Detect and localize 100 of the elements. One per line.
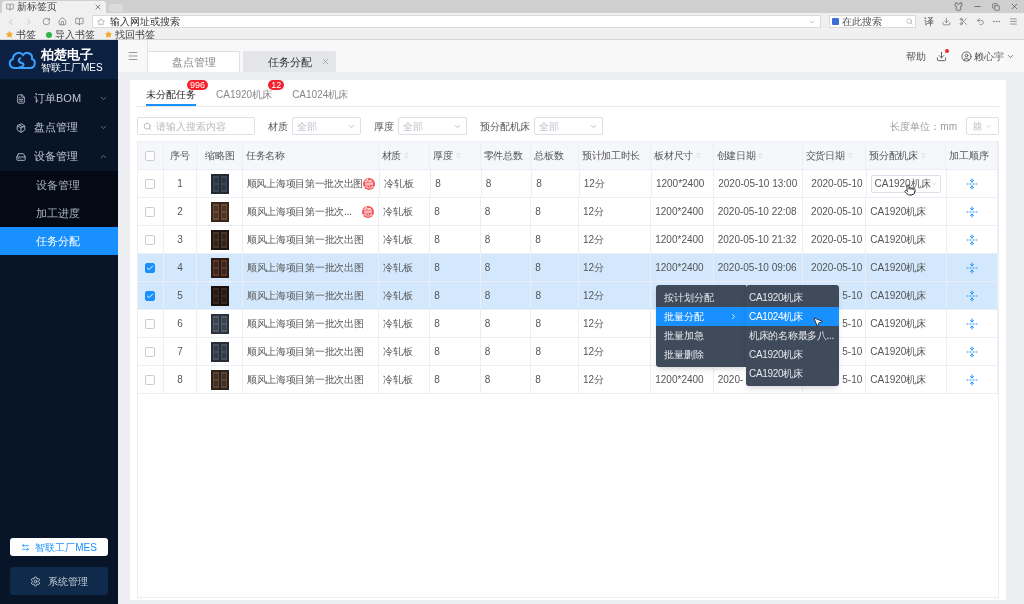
scissors-icon[interactable] [958, 17, 968, 26]
sort-icon[interactable] [919, 152, 927, 159]
table-cell-text: 8 [485, 177, 492, 191]
checkbox[interactable] [145, 346, 156, 357]
table-cell-text: 冷轧板 [382, 261, 413, 275]
download-icon [936, 50, 947, 62]
table-cell-text: 8 [177, 373, 183, 387]
table-row[interactable]: 2 顺风上海项目第一批次... 急 冷轧板 8 8 8 12分 1200*2400 2020-05-10 22:08 2020-05-10 CA1920机床 [138, 198, 998, 226]
sort-icon[interactable] [757, 152, 765, 159]
column-header[interactable]: 预分配机床 [869, 148, 918, 163]
task-tab[interactable]: CA1024机床 [292, 84, 349, 106]
table-cell-text: 8 [434, 261, 440, 275]
sort-icon[interactable] [403, 152, 411, 159]
column-settings-button[interactable] [966, 117, 999, 135]
table-cell-text: 8 [434, 289, 440, 303]
fold-icon[interactable] [965, 205, 978, 218]
menu-item[interactable]: 按计划分配 [656, 288, 746, 307]
fold-icon[interactable] [965, 233, 978, 246]
fold-icon[interactable] [965, 317, 978, 330]
grid-icon [973, 121, 982, 131]
filter-label: 预分配机床 [480, 119, 530, 134]
checkbox[interactable] [145, 234, 156, 245]
column-header[interactable]: 创建日期 [716, 148, 756, 163]
menu-item[interactable]: CA1920机床 [746, 364, 839, 383]
close-icon[interactable] [321, 57, 330, 66]
download-button[interactable] [934, 48, 949, 64]
checkbox[interactable] [145, 318, 156, 329]
checkbox[interactable] [145, 290, 156, 301]
checkbox[interactable] [145, 206, 156, 217]
bookmark-link[interactable]: 书签 [16, 29, 36, 40]
table-cell-text: 7 [177, 345, 183, 359]
sidebar-subitem[interactable]: 设备管理 [0, 171, 118, 199]
bookmark-link[interactable]: 找回书签 [115, 29, 155, 40]
column-header: 预计加工时长 [581, 149, 641, 163]
chevron-icon [99, 152, 108, 161]
table-cell-text: CA1920机床 [870, 345, 927, 359]
sidebar-item[interactable]: 订单BOM [0, 84, 118, 113]
checkbox[interactable] [145, 374, 156, 385]
column-header[interactable]: 交货日期 [805, 148, 845, 163]
menu-icon[interactable] [126, 50, 139, 62]
sidebar-subitem[interactable]: 加工进度 [0, 199, 118, 227]
download-icon[interactable] [941, 17, 951, 26]
urgent-badge: 急 [363, 177, 375, 190]
task-name: 顺风上海项目第一批次出图 [246, 233, 364, 247]
table-cell-text: 12分 [583, 317, 605, 331]
menu-item[interactable]: CA1920机床 [746, 288, 839, 307]
fold-icon[interactable] [965, 289, 978, 302]
machine-select[interactable]: CA1920机床 [870, 174, 941, 193]
bookmark-link[interactable]: 导入书签 [55, 29, 95, 40]
user-menu[interactable]: 赖心宇 [961, 48, 1015, 64]
column-header: 缩略图 [205, 149, 235, 163]
help-link[interactable]: 帮助 [906, 48, 926, 64]
page-tab[interactable]: 盘点管理 [147, 51, 240, 72]
fold-icon[interactable] [965, 177, 978, 190]
translate-button[interactable]: 译 [923, 16, 934, 27]
checkbox[interactable] [145, 178, 156, 189]
checkbox[interactable] [145, 262, 156, 273]
swap-icon [21, 542, 31, 552]
sort-icon[interactable] [846, 152, 854, 159]
settings-button[interactable]: 系统管理 [10, 567, 108, 595]
page-icon [6, 3, 14, 11]
table-row[interactable]: 1 顺风上海项目第一批次出图急 冷轧板 8 8 8 12分 1200*2400 2020-05-10 13:00 2020-05-10 CA1920机床 [138, 170, 998, 198]
undo-icon[interactable] [975, 17, 985, 26]
restore-icon[interactable] [992, 2, 1000, 11]
table-cell-text: 6 [177, 317, 183, 331]
close-icon[interactable] [1010, 2, 1019, 11]
sidebar-item[interactable]: 盘点管理 [0, 113, 118, 142]
column-header: 总板数 [534, 149, 564, 163]
menu-icon[interactable] [1009, 17, 1019, 26]
table-row[interactable]: 3 顺风上海项目第一批次出图 冷轧板 8 8 8 12分 1200*2400 2020-05-10 21:32 2020-05-10 CA1920机床 [138, 226, 998, 254]
menu-item[interactable]: 批量删除 [656, 345, 746, 364]
star-icon[interactable] [97, 17, 106, 26]
count-badge: 996 [186, 80, 208, 90]
checkbox[interactable] [145, 150, 156, 161]
page-tab[interactable]: 任务分配 [243, 51, 336, 72]
sort-icon[interactable] [695, 152, 703, 159]
reader-icon[interactable] [75, 17, 85, 26]
sort-icon[interactable] [454, 152, 462, 159]
table-cell-text: 冷轧板 [382, 289, 413, 303]
home-icon[interactable] [58, 17, 68, 26]
close-icon[interactable] [94, 3, 102, 11]
sidebar-item[interactable]: 设备管理 [0, 142, 118, 171]
menu-item[interactable]: CA1920机床 [746, 345, 839, 364]
table-cell-text: 8 [484, 233, 491, 247]
skin-icon[interactable] [954, 2, 963, 11]
column-header[interactable]: 板材尺寸 [654, 148, 694, 163]
back-icon[interactable] [6, 16, 16, 27]
fold-icon[interactable] [965, 261, 978, 274]
fold-icon[interactable] [965, 373, 978, 386]
search-field[interactable]: 在此搜索 [828, 15, 916, 28]
table-cell-text: 3 [177, 233, 183, 247]
column-header[interactable]: 厚度 [433, 148, 453, 163]
search-icon[interactable] [905, 18, 913, 25]
table-row[interactable]: 4 顺风上海项目第一批次出图 冷轧板 8 8 8 12分 1200*2400 2020-05-10 09:06 2020-05-10 CA1920机床 [138, 254, 998, 282]
reload-icon[interactable] [41, 17, 51, 26]
table-cell-text: 5-10 [842, 289, 863, 303]
fold-icon[interactable] [965, 345, 978, 358]
star-icon [105, 31, 112, 38]
column-header[interactable]: 材质 [381, 148, 402, 163]
address-field[interactable]: 输入网址或搜索 [92, 15, 821, 28]
